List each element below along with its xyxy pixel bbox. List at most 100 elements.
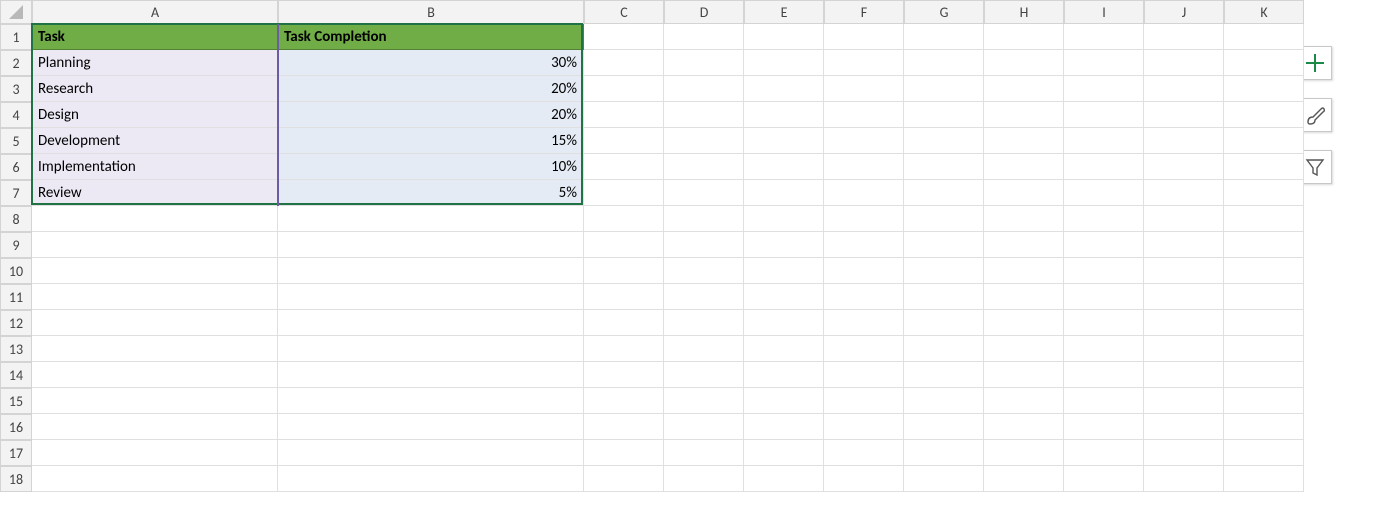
cell-E13[interactable]: [744, 336, 824, 362]
cell-A8[interactable]: [32, 206, 278, 232]
cell-J12[interactable]: [1144, 310, 1224, 336]
cell-D10[interactable]: [664, 258, 744, 284]
cell-I5[interactable]: [1064, 128, 1144, 154]
cell-C17[interactable]: [584, 440, 664, 466]
cell-K4[interactable]: [1224, 102, 1304, 128]
cell-E9[interactable]: [744, 232, 824, 258]
cell-G4[interactable]: [904, 102, 984, 128]
cell-B5[interactable]: 15%: [278, 128, 584, 154]
cell-H2[interactable]: [984, 50, 1064, 76]
cell-G1[interactable]: [904, 24, 984, 50]
row-header-5[interactable]: 5: [0, 128, 32, 154]
cell-H9[interactable]: [984, 232, 1064, 258]
cell-F12[interactable]: [824, 310, 904, 336]
cell-K14[interactable]: [1224, 362, 1304, 388]
cell-F9[interactable]: [824, 232, 904, 258]
cell-G18[interactable]: [904, 466, 984, 492]
col-header-G[interactable]: G: [904, 0, 984, 24]
cell-G16[interactable]: [904, 414, 984, 440]
cell-C4[interactable]: [584, 102, 664, 128]
cell-A5[interactable]: Development: [32, 128, 278, 154]
cell-F13[interactable]: [824, 336, 904, 362]
cell-H13[interactable]: [984, 336, 1064, 362]
cell-F14[interactable]: [824, 362, 904, 388]
cell-I15[interactable]: [1064, 388, 1144, 414]
cell-E4[interactable]: [744, 102, 824, 128]
cell-I9[interactable]: [1064, 232, 1144, 258]
cell-I18[interactable]: [1064, 466, 1144, 492]
select-all-corner[interactable]: [0, 0, 32, 24]
cell-D4[interactable]: [664, 102, 744, 128]
cell-B13[interactable]: [278, 336, 584, 362]
cell-A12[interactable]: [32, 310, 278, 336]
cell-I13[interactable]: [1064, 336, 1144, 362]
cell-G3[interactable]: [904, 76, 984, 102]
cell-J7[interactable]: [1144, 180, 1224, 206]
cell-K12[interactable]: [1224, 310, 1304, 336]
cell-J10[interactable]: [1144, 258, 1224, 284]
cell-J18[interactable]: [1144, 466, 1224, 492]
cell-D8[interactable]: [664, 206, 744, 232]
cell-J1[interactable]: [1144, 24, 1224, 50]
cell-J5[interactable]: [1144, 128, 1224, 154]
cell-B17[interactable]: [278, 440, 584, 466]
row-header-16[interactable]: 16: [0, 414, 32, 440]
cell-E3[interactable]: [744, 76, 824, 102]
cell-E6[interactable]: [744, 154, 824, 180]
cell-H14[interactable]: [984, 362, 1064, 388]
cell-A14[interactable]: [32, 362, 278, 388]
row-header-3[interactable]: 3: [0, 76, 32, 102]
cell-J17[interactable]: [1144, 440, 1224, 466]
col-header-I[interactable]: I: [1064, 0, 1144, 24]
cell-F4[interactable]: [824, 102, 904, 128]
cell-D6[interactable]: [664, 154, 744, 180]
cell-K10[interactable]: [1224, 258, 1304, 284]
cell-H11[interactable]: [984, 284, 1064, 310]
cell-D14[interactable]: [664, 362, 744, 388]
cell-B3[interactable]: 20%: [278, 76, 584, 102]
col-header-B[interactable]: B: [278, 0, 584, 24]
cell-G17[interactable]: [904, 440, 984, 466]
col-header-K[interactable]: K: [1224, 0, 1304, 24]
cell-F10[interactable]: [824, 258, 904, 284]
cell-B10[interactable]: [278, 258, 584, 284]
cell-G6[interactable]: [904, 154, 984, 180]
cell-H15[interactable]: [984, 388, 1064, 414]
cell-I2[interactable]: [1064, 50, 1144, 76]
cell-E8[interactable]: [744, 206, 824, 232]
cell-G5[interactable]: [904, 128, 984, 154]
row-header-9[interactable]: 9: [0, 232, 32, 258]
cell-I11[interactable]: [1064, 284, 1144, 310]
cell-D3[interactable]: [664, 76, 744, 102]
cell-F17[interactable]: [824, 440, 904, 466]
cell-H18[interactable]: [984, 466, 1064, 492]
cell-H7[interactable]: [984, 180, 1064, 206]
cell-A6[interactable]: Implementation: [32, 154, 278, 180]
col-header-C[interactable]: C: [584, 0, 664, 24]
cell-B14[interactable]: [278, 362, 584, 388]
cell-I16[interactable]: [1064, 414, 1144, 440]
cell-E1[interactable]: [744, 24, 824, 50]
cell-H16[interactable]: [984, 414, 1064, 440]
cell-A17[interactable]: [32, 440, 278, 466]
cell-C3[interactable]: [584, 76, 664, 102]
cell-H6[interactable]: [984, 154, 1064, 180]
row-header-4[interactable]: 4: [0, 102, 32, 128]
cell-I6[interactable]: [1064, 154, 1144, 180]
cell-I10[interactable]: [1064, 258, 1144, 284]
cell-F15[interactable]: [824, 388, 904, 414]
cell-J2[interactable]: [1144, 50, 1224, 76]
row-header-15[interactable]: 15: [0, 388, 32, 414]
col-header-A[interactable]: A: [32, 0, 278, 24]
row-header-18[interactable]: 18: [0, 466, 32, 492]
cell-D7[interactable]: [664, 180, 744, 206]
cell-E11[interactable]: [744, 284, 824, 310]
cell-D17[interactable]: [664, 440, 744, 466]
row-header-10[interactable]: 10: [0, 258, 32, 284]
cell-K9[interactable]: [1224, 232, 1304, 258]
cell-C2[interactable]: [584, 50, 664, 76]
cell-H4[interactable]: [984, 102, 1064, 128]
cell-B9[interactable]: [278, 232, 584, 258]
cell-C9[interactable]: [584, 232, 664, 258]
cell-A1[interactable]: Task: [32, 24, 278, 50]
